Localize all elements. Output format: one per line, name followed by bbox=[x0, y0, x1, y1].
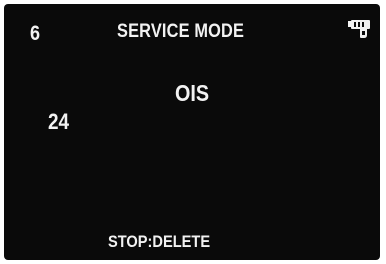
battery-icon bbox=[348, 20, 370, 38]
screen-title: SERVICE MODE bbox=[117, 21, 245, 42]
service-mode-screen: 6 SERVICE MODE OIS 24 STOP:DELETE bbox=[4, 4, 380, 260]
ois-label: OIS bbox=[175, 80, 210, 106]
corner-number: 6 bbox=[30, 22, 41, 45]
stop-delete-hint: STOP:DELETE bbox=[108, 232, 211, 251]
ois-value: 24 bbox=[48, 109, 70, 134]
